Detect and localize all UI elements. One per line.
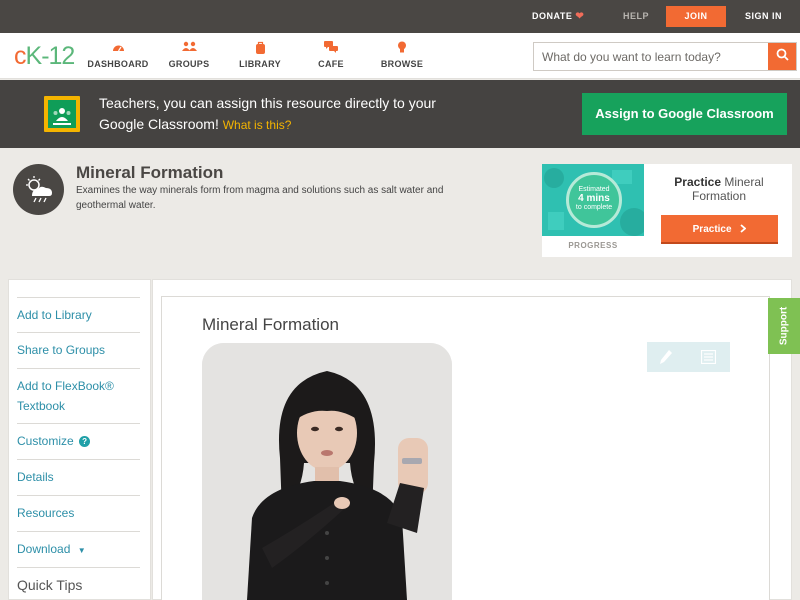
google-classroom-banner: Teachers, you can assign this resource d… bbox=[0, 80, 800, 148]
content-tools bbox=[647, 342, 730, 372]
weather-cloud-icon bbox=[13, 164, 64, 215]
chat-bubbles-icon bbox=[296, 41, 366, 56]
practice-thumbnail[interactable]: Estimated 4 mins to complete bbox=[542, 164, 644, 236]
lightbulb-icon bbox=[367, 41, 437, 56]
join-button[interactable]: JOIN bbox=[666, 6, 726, 27]
concept-title: Mineral Formation bbox=[76, 163, 224, 182]
customize-link[interactable]: Customize ? bbox=[17, 424, 140, 460]
main-header: cK-12 DASHBOARD GROUPS LIBRARY CAFE BROW… bbox=[0, 33, 800, 79]
resources-link[interactable]: Resources bbox=[17, 496, 140, 532]
assign-google-classroom-button[interactable]: Assign to Google Classroom bbox=[582, 93, 787, 135]
add-to-flexbook-link[interactable]: Add to FlexBook® Textbook bbox=[17, 369, 140, 424]
what-is-this-link[interactable]: What is this? bbox=[223, 118, 292, 132]
share-to-groups-link[interactable]: Share to Groups bbox=[17, 333, 140, 369]
nav-dashboard[interactable]: DASHBOARD bbox=[83, 41, 153, 69]
search-button[interactable] bbox=[768, 43, 796, 70]
people-icon bbox=[154, 41, 224, 56]
help-icon[interactable]: ? bbox=[79, 436, 91, 447]
nav-cafe[interactable]: CAFE bbox=[296, 41, 366, 69]
content-title: Mineral Formation bbox=[202, 315, 339, 334]
concept-description: Examines the way minerals form from magm… bbox=[76, 185, 444, 211]
pencil-icon[interactable] bbox=[659, 349, 673, 370]
support-tab[interactable]: Support bbox=[768, 298, 800, 354]
search-icon bbox=[776, 48, 789, 66]
practice-button[interactable]: Practice bbox=[661, 215, 778, 244]
quick-tips-heading[interactable]: Quick Tips bbox=[17, 577, 82, 593]
resource-sidebar: Add to Library Share to Groups Add to Fl… bbox=[8, 279, 151, 600]
notes-icon[interactable] bbox=[700, 349, 717, 369]
add-to-library-link[interactable]: Add to Library bbox=[17, 297, 140, 333]
ck12-logo[interactable]: cK-12 bbox=[14, 42, 75, 71]
search-box bbox=[533, 42, 797, 71]
progress-label: PROGRESS bbox=[568, 241, 618, 250]
gauge-icon bbox=[83, 41, 153, 56]
help-link[interactable]: HELP bbox=[623, 0, 649, 33]
download-link[interactable]: Download ▼ bbox=[17, 532, 140, 568]
top-utility-bar: DONATE ❤ HELP JOIN SIGN IN bbox=[0, 0, 800, 33]
practice-title: Practice Mineral Formation bbox=[674, 175, 764, 203]
donate-link[interactable]: DONATE ❤ bbox=[532, 0, 584, 33]
google-classroom-message: Teachers, you can assign this resource d… bbox=[99, 95, 436, 132]
donate-label: DONATE bbox=[532, 11, 573, 21]
chevron-right-icon bbox=[740, 216, 747, 245]
search-input[interactable] bbox=[534, 43, 769, 70]
nav-browse[interactable]: BROWSE bbox=[367, 41, 437, 69]
heart-icon: ❤ bbox=[575, 11, 585, 22]
nav-library[interactable]: LIBRARY bbox=[225, 41, 295, 69]
google-classroom-icon bbox=[44, 96, 80, 132]
video-thumbnail[interactable] bbox=[202, 343, 452, 600]
estimated-time-badge: Estimated 4 mins to complete bbox=[566, 172, 622, 228]
caret-down-icon: ▼ bbox=[77, 546, 86, 555]
practice-widget: Estimated 4 mins to complete PROGRESS Pr… bbox=[542, 164, 792, 257]
sign-in-link[interactable]: SIGN IN bbox=[745, 0, 782, 33]
nav-groups[interactable]: GROUPS bbox=[154, 41, 224, 69]
backpack-icon bbox=[225, 41, 295, 56]
details-link[interactable]: Details bbox=[17, 460, 140, 496]
